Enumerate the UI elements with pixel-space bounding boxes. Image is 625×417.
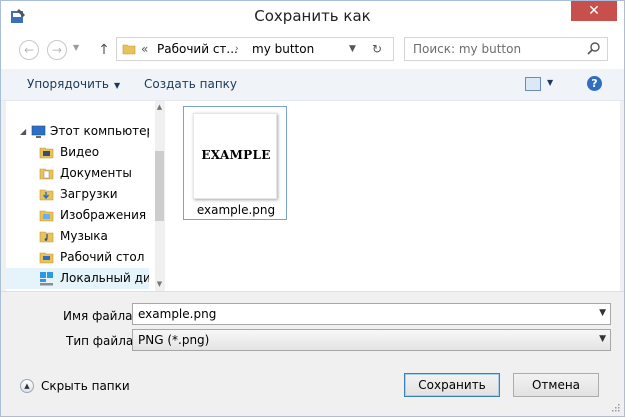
sidebar-item-label: Музыка [60, 229, 108, 243]
close-icon[interactable]: ✕ [588, 3, 600, 19]
title-bar: Сохранить как ✕ [1, 1, 624, 31]
address-bar[interactable]: « Рабочий ст... › my button ▼ ↻ [116, 37, 394, 61]
sidebar-item-documents[interactable]: Документы [6, 163, 149, 184]
sidebar-item-label: Рабочий стол [60, 250, 145, 264]
local-disk-icon [40, 272, 53, 286]
sidebar-item-label: Загрузки [60, 187, 118, 201]
resize-grip-icon[interactable] [611, 403, 620, 412]
help-icon[interactable]: ? [587, 76, 602, 91]
filename-field[interactable]: example.png ▼ [132, 303, 611, 325]
sidebar-item-local-disk[interactable]: Локальный диск [6, 268, 149, 289]
file-thumbnail: EXAMPLE [193, 113, 277, 199]
breadcrumb-current[interactable]: my button [252, 42, 314, 56]
filename-label: Имя файла: [63, 309, 137, 323]
address-dropdown-icon[interactable]: ▼ [349, 44, 356, 54]
documents-folder-icon [39, 168, 54, 180]
recent-locations-caret-icon[interactable]: ▼ [73, 43, 79, 52]
close-button[interactable]: ✕ [571, 1, 617, 21]
file-name: example.png [196, 203, 276, 217]
thumbnail-text: EXAMPLE [201, 148, 271, 162]
filetype-dropdown-icon[interactable]: ▼ [599, 334, 606, 344]
forward-arrow-icon[interactable]: → [52, 43, 62, 57]
sidebar-item-label: Этот компьютер [50, 124, 149, 138]
window-title: Сохранить как [254, 7, 371, 25]
filetype-label: Тип файла: [66, 334, 138, 348]
sidebar-item-label: Документы [60, 166, 132, 180]
sidebar-item-desktop[interactable]: Рабочий стол [6, 247, 149, 268]
sidebar-item-video[interactable]: Видео [6, 142, 149, 163]
forward-button[interactable]: → [47, 40, 67, 60]
save-button[interactable]: Сохранить [404, 373, 500, 397]
desktop-folder-icon [39, 252, 54, 264]
organize-menu[interactable]: Упорядочить ▼ [27, 77, 120, 91]
sidebar-item-this-pc[interactable]: ◢ Этот компьютер [6, 121, 149, 142]
back-button[interactable]: ← [19, 40, 39, 60]
sidebar-item-downloads[interactable]: Загрузки [6, 184, 149, 205]
scroll-up-icon[interactable]: ▲ [155, 103, 164, 111]
computer-icon [31, 125, 46, 138]
new-folder-button[interactable]: Создать папку [144, 77, 237, 91]
sidebar-item-pictures[interactable]: Изображения [6, 205, 149, 226]
back-arrow-icon[interactable]: ← [24, 43, 34, 57]
search-input[interactable]: Поиск: my button [404, 37, 608, 61]
music-folder-icon [39, 231, 54, 243]
sidebar-item-music[interactable]: Музыка [6, 226, 149, 247]
filetype-value[interactable]: PNG (*.png) [138, 333, 209, 347]
downloads-folder-icon [39, 189, 54, 201]
view-icon[interactable] [525, 77, 541, 91]
scrollbar-thumb[interactable] [155, 151, 164, 221]
filename-value[interactable]: example.png [138, 307, 216, 321]
breadcrumb-desktop[interactable]: Рабочий ст... [157, 42, 238, 56]
collapse-icon[interactable]: ▲ [20, 379, 34, 393]
up-folder-button[interactable]: ↑ [97, 40, 111, 60]
divider [1, 291, 624, 292]
sidebar-item-label: Изображения [60, 208, 147, 222]
folder-icon [122, 44, 136, 55]
video-folder-icon [39, 147, 54, 159]
file-list[interactable]: EXAMPLE example.png [165, 101, 620, 291]
navigation-bar: ← → ▼ ↑ « Рабочий ст... › my button ▼ ↻ … [1, 31, 624, 69]
navigation-scrollbar[interactable]: ▲ ▼ [155, 101, 164, 291]
sidebar-item-label: Видео [60, 145, 100, 159]
filetype-select[interactable]: PNG (*.png) ▼ [132, 329, 611, 351]
sidebar-item-label: Локальный диск [60, 271, 149, 285]
organize-caret-icon[interactable]: ▼ [114, 81, 120, 90]
search-placeholder: Поиск: my button [413, 42, 522, 56]
file-item[interactable]: EXAMPLE example.png [183, 106, 287, 220]
hide-folders-label[interactable]: Скрыть папки [41, 379, 130, 393]
expand-arrow-icon[interactable]: ◢ [20, 121, 26, 142]
search-icon[interactable] [586, 41, 602, 57]
scroll-down-icon[interactable]: ▼ [155, 280, 164, 288]
navigation-pane: ◢ Этот компьютер Видео Документы Загрузк… [6, 101, 164, 291]
up-arrow-icon[interactable]: ↑ [98, 42, 110, 58]
refresh-icon[interactable]: ↻ [372, 42, 382, 56]
organize-label[interactable]: Упорядочить [27, 77, 109, 91]
command-toolbar: Упорядочить ▼ Создать папку ▼ ? [1, 69, 624, 101]
breadcrumb-separator-icon[interactable]: › [235, 44, 239, 54]
cancel-button[interactable]: Отмена [513, 373, 599, 397]
view-caret-icon[interactable]: ▼ [547, 78, 553, 87]
filename-dropdown-icon[interactable]: ▼ [599, 308, 606, 318]
pictures-folder-icon [39, 210, 54, 222]
save-as-dialog: Сохранить как ✕ ← → ▼ ↑ « Рабочий ст... … [0, 0, 625, 417]
breadcrumb-overflow[interactable]: « [141, 42, 148, 56]
